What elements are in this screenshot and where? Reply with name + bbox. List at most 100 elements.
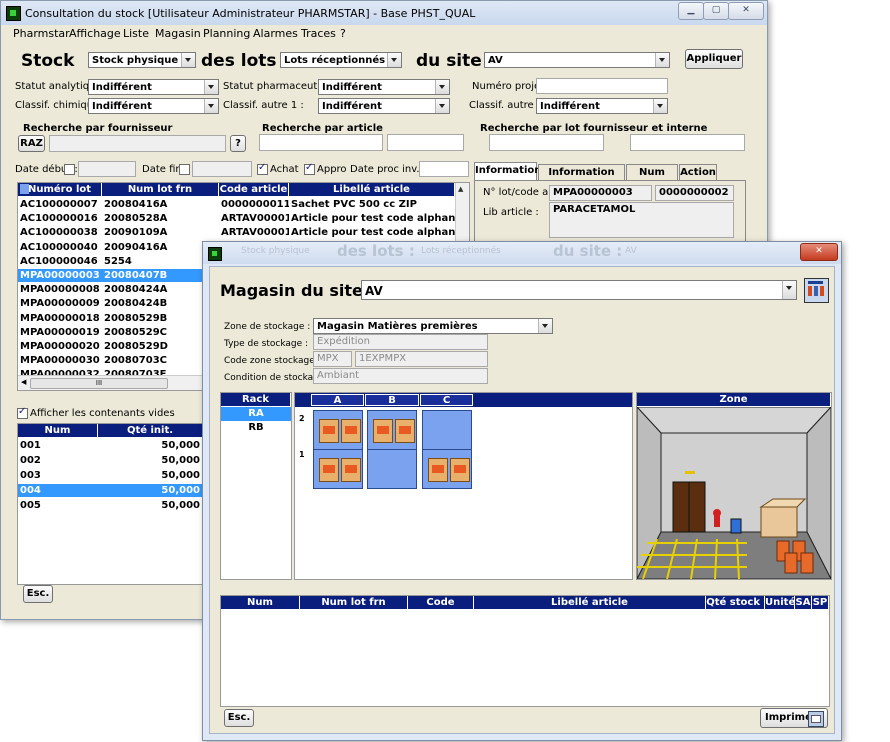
tab-information-supp[interactable]: Information supp (538, 164, 625, 194)
mag-header-code-article[interactable]: Code article (408, 596, 474, 621)
lots-table-cell: MPA00000003 (20, 270, 100, 281)
classif-chimique-select[interactable]: Indifférent (88, 98, 219, 114)
date-fin-checkbox[interactable] (179, 164, 190, 175)
shelf-a1[interactable] (313, 449, 363, 489)
achat-checkbox[interactable] (257, 162, 268, 175)
containers-header-num[interactable]: Num contenant (18, 424, 98, 449)
magasin-esc-button[interactable]: Esc. (224, 709, 254, 727)
classif-autre2-select[interactable]: Indifférent (536, 98, 668, 114)
mag-header-num-lot-frn[interactable]: Num lot frn (300, 596, 408, 609)
lots-table-cell: MPA00000030 (20, 355, 100, 367)
article-search-input2[interactable] (387, 134, 464, 151)
lots-header-code-article[interactable]: Code article (219, 183, 289, 196)
shelf-b1[interactable] (367, 449, 417, 489)
containers-table-row[interactable]: 002 50,000 (18, 454, 203, 467)
magasin-site-icon[interactable] (804, 278, 829, 303)
maximize-icon[interactable]: ▢ (703, 2, 729, 20)
tab-action[interactable]: Action (679, 164, 717, 181)
appro-checkbox[interactable] (304, 162, 315, 175)
mag-header-sp[interactable]: SP (812, 596, 829, 609)
close-icon[interactable]: ✕ (728, 2, 764, 20)
zone-select[interactable]: Magasin Matières premières (313, 318, 553, 334)
containers-header-qte[interactable]: Qté init. (98, 424, 203, 437)
condition-field: Ambiant (313, 368, 488, 384)
date-debut-input[interactable] (78, 161, 136, 177)
menu-planning[interactable]: Planning (203, 28, 250, 40)
rack-item-rb[interactable]: RB (221, 421, 291, 435)
code-zone-field1: MPX (313, 351, 352, 367)
magasin-contents-table: Num contenant Num lot frn Code article L… (220, 595, 830, 707)
menu-pharmstar[interactable]: Pharmstar (13, 28, 70, 40)
lots-header-numero-lot[interactable]: Numéro lot (18, 183, 102, 196)
minimize-icon[interactable]: ▁ (678, 2, 704, 20)
lots-hscroll-thumb[interactable]: III (30, 378, 168, 389)
date-proc-input[interactable] (419, 161, 469, 177)
magasin-close-icon[interactable]: ✕ (800, 243, 838, 261)
print-button[interactable]: Imprimer (760, 708, 828, 728)
numero-projet-input[interactable] (536, 78, 668, 94)
lots-table-cell: ARTAV0000123 (221, 213, 289, 225)
stock-window-titlebar[interactable]: Consultation du stock [Utilisateur Admin… (1, 1, 767, 25)
menu-liste[interactable]: Liste (123, 28, 149, 40)
menu-help[interactable]: ? (340, 28, 346, 40)
classif-autre1-select[interactable]: Indifférent (318, 98, 450, 114)
date-fin-input[interactable] (192, 161, 252, 177)
fournisseur-search-input[interactable] (49, 135, 226, 152)
apply-button[interactable]: Appliquer (685, 49, 743, 69)
rack-item-ra[interactable]: RA (221, 407, 291, 421)
containers-table-row[interactable]: 004 50,000 (18, 484, 203, 497)
statut-analytique-select[interactable]: Indifférent (88, 79, 219, 95)
lots-type-select[interactable]: Lots réceptionnés (280, 52, 402, 68)
tab-information[interactable]: Information (474, 162, 541, 181)
shelf-a2[interactable] (313, 410, 363, 450)
type-stockage-label: Type de stockage : (224, 339, 309, 349)
fournisseur-help-button[interactable]: ? (230, 135, 246, 152)
menu-affichage[interactable]: Affichage (69, 28, 121, 40)
mag-header-libelle-article[interactable]: Libellé article (474, 596, 706, 609)
container-num-cell: 004 (20, 485, 41, 496)
ghost-du-site: du site : (553, 242, 623, 260)
date-debut-checkbox[interactable] (64, 164, 75, 175)
container-icon (450, 458, 470, 482)
tab-num-cas[interactable]: Num CAS (626, 164, 678, 194)
mag-header-sa[interactable]: SA (795, 596, 812, 609)
magasin-window: Stock physique des lots : Lots réception… (202, 241, 842, 741)
zone-label: Zone de stockage : (224, 322, 311, 332)
raz-button[interactable]: RAZ (18, 135, 45, 152)
lot-search-input2[interactable] (630, 134, 745, 151)
rack-level-1: 1 (299, 450, 305, 459)
shelf-c1[interactable] (422, 449, 472, 489)
mag-header-num-contenant[interactable]: Num contenant (221, 596, 300, 621)
empty-containers-checkbox[interactable] (17, 406, 28, 419)
shelf-b2[interactable] (367, 410, 417, 450)
containers-table-row[interactable]: 005 50,000 (18, 499, 203, 512)
article-search-input1[interactable] (259, 134, 383, 151)
lots-header-libelle-article[interactable]: Libellé article (289, 183, 455, 196)
site-select[interactable]: AV (484, 52, 670, 68)
container-icon (395, 419, 415, 443)
printer-icon (808, 711, 824, 727)
statut-pharma-select[interactable]: Indifférent (318, 79, 450, 95)
magasin-window-titlebar[interactable]: Stock physique des lots : Lots réception… (203, 242, 841, 264)
lots-table-row[interactable]: AC100000038 20090109A ARTAV0000123Article … (18, 226, 455, 239)
magasin-site-select[interactable]: AV (361, 280, 797, 300)
lots-table-row[interactable]: AC100000016 20080528A ARTAV0000123Article … (18, 212, 455, 225)
stock-esc-button[interactable]: Esc. (23, 585, 53, 603)
menu-traces[interactable]: Traces (301, 28, 336, 40)
menu-magasin[interactable]: Magasin (155, 28, 201, 40)
lots-table-row[interactable]: AC100000007 20080416A 0000000011 Sachet PVC… (18, 198, 455, 211)
lots-table-cell: AC100000016 (20, 213, 98, 225)
containers-table-row[interactable]: 001 50,000 (18, 439, 203, 452)
lib-article-label: Lib article : (483, 207, 539, 218)
containers-table-row[interactable]: 003 50,000 (18, 469, 203, 482)
mag-header-unite[interactable]: Unité (765, 596, 795, 609)
lot-search-input1[interactable] (489, 134, 604, 151)
mag-header-qte-stock[interactable]: Qté stock (706, 596, 765, 609)
menu-alarmes[interactable]: Alarmes (253, 28, 298, 40)
du-site-label: du site : (416, 51, 495, 71)
ghost-des-lots: des lots : (337, 242, 415, 260)
rack-col-c: C (420, 394, 473, 406)
lots-header-num-lot-frn[interactable]: Num lot frn (102, 183, 219, 196)
shelf-c2[interactable] (422, 410, 472, 450)
stock-type-select[interactable]: Stock physique (88, 52, 196, 68)
